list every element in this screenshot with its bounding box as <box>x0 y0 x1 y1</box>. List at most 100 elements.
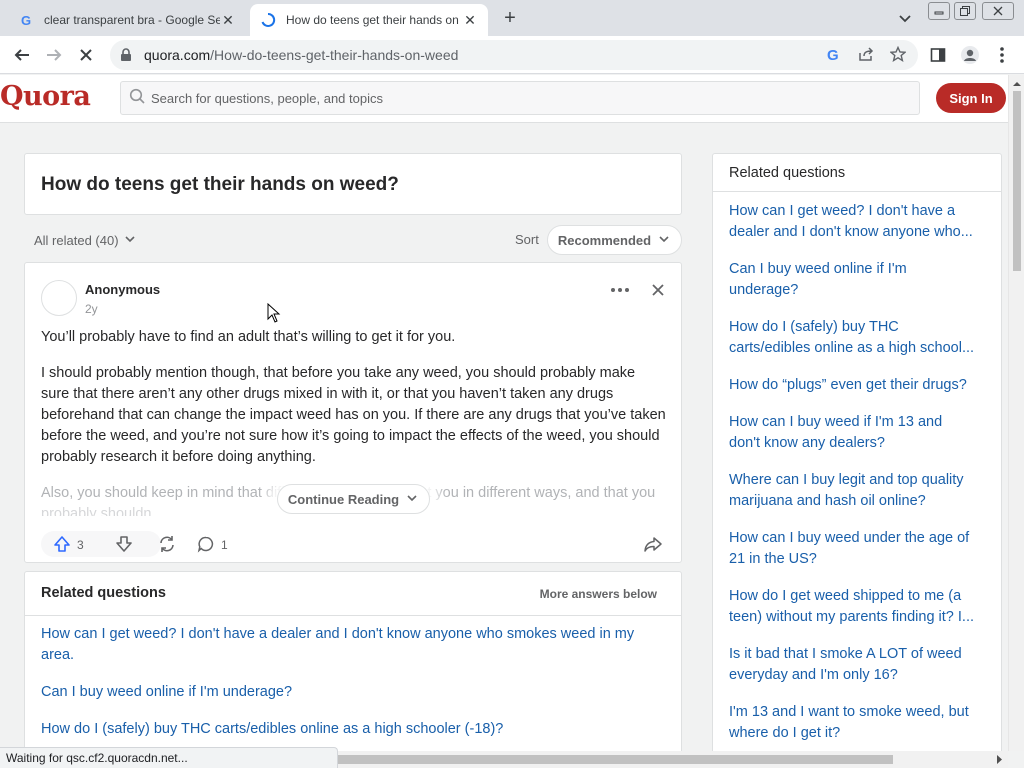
more-options-icon[interactable] <box>609 281 631 299</box>
question-title: How do teens get their hands on weed? <box>41 174 399 195</box>
sort-value: Recommended <box>557 232 652 248</box>
svg-text:G: G <box>827 47 839 62</box>
downvote-arrow-icon <box>115 535 133 556</box>
google-lens-icon[interactable]: G <box>824 44 844 64</box>
status-bar: Waiting for qsc.cf2.quoracdn.net... <box>0 747 338 768</box>
search-input[interactable] <box>151 90 911 106</box>
sidebar-related-questions: Related questions How can I get weed? I … <box>712 153 1002 763</box>
comment-bubble-icon <box>197 535 215 556</box>
bookmark-star-icon[interactable] <box>888 44 908 64</box>
sidebar-question-link[interactable]: Where can I buy legit and top quality mar… <box>729 470 987 512</box>
question-card: How do teens get their hands on weed? <box>24 153 682 215</box>
forward-arrow-icon[interactable] <box>42 43 66 67</box>
sort-dropdown[interactable]: Recommended <box>547 225 682 255</box>
sidebar-question-link[interactable]: How do “plugs” even get their drugs? <box>729 375 987 396</box>
question-line: How do I (safely) buy THC <box>729 319 899 335</box>
sidebar-question-link[interactable]: Is it bad that I smoke A LOT of weed ever… <box>729 644 987 686</box>
lock-icon <box>120 48 134 62</box>
answer-action-bar: 3 1 <box>41 531 667 559</box>
sort-label: Sort <box>515 232 539 247</box>
browser-menu-icon[interactable] <box>990 43 1014 67</box>
sidebar-question-link[interactable]: Can I buy weed online if I'm underage? <box>729 259 987 301</box>
answer-paragraph: I should probably mention though, that b… <box>41 365 666 465</box>
sidebar-question-link[interactable]: How can I get weed? I don't have a dealer… <box>729 201 987 243</box>
svg-text:G: G <box>21 13 31 27</box>
answer-date[interactable]: 2y <box>85 302 98 316</box>
tab-search-icon[interactable] <box>896 9 914 27</box>
sidebar-question-link[interactable]: How can I buy weed if I'm 13 and don't kn… <box>729 412 987 454</box>
browser-tab-google[interactable]: G clear transparent bra - Google Se ✕ <box>8 4 246 36</box>
repost-icon <box>157 534 177 557</box>
url-path: /How-do-teens-get-their-hands-on-weed <box>210 47 459 63</box>
share-icon[interactable] <box>856 44 876 64</box>
sidebar-question-link[interactable]: How do I (safely) buy THC carts/edibles o… <box>729 317 987 359</box>
sidebar-header: Related questions <box>713 154 1001 192</box>
close-icon[interactable] <box>649 281 667 299</box>
share-button[interactable] <box>643 535 663 555</box>
upvote-arrow-icon <box>53 535 71 556</box>
related-question-link[interactable]: How can I get weed? I don't have a deale… <box>41 624 667 666</box>
search-box[interactable] <box>120 81 920 115</box>
scroll-up-icon[interactable] <box>1009 77 1024 91</box>
browser-toolbar: quora.com/How-do-teens-get-their-hands-o… <box>0 36 1024 74</box>
upvote-button[interactable]: 3 <box>53 535 84 555</box>
profile-avatar-icon[interactable] <box>958 43 982 67</box>
close-tab-icon[interactable]: ✕ <box>220 12 236 29</box>
comments-button[interactable]: 1 <box>197 535 228 555</box>
downvote-button[interactable] <box>115 535 133 555</box>
browser-tab-quora[interactable]: How do teens get their hands on ✕ <box>250 4 488 36</box>
quora-header: Quora Sign In <box>0 75 1010 123</box>
avatar[interactable] <box>41 280 77 316</box>
scrollbar-thumb[interactable] <box>1013 91 1021 271</box>
question-line: I'm 13 and I want to smoke weed, but <box>729 704 969 720</box>
question-line: How can I buy weed under the age of <box>729 530 970 546</box>
related-question-link[interactable]: How do I (safely) buy THC carts/edibles … <box>41 719 667 740</box>
sidebar-title: Related questions <box>729 165 846 181</box>
answer-card: Anonymous 2y You’ll probably have to fin… <box>24 262 682 563</box>
all-related-filter[interactable]: All related (40) <box>34 232 137 249</box>
question-line: don't know any dealers? <box>729 435 885 451</box>
minimize-window-button[interactable] <box>928 2 950 20</box>
close-tab-icon[interactable]: ✕ <box>462 12 478 29</box>
chevron-down-icon <box>657 232 671 249</box>
question-line: How can I get weed? I don't have a <box>729 203 956 219</box>
sidebar-question-link[interactable]: How do I get weed shipped to me (a teen) … <box>729 586 987 628</box>
question-line: Is it bad that I smoke A LOT of weed <box>729 646 962 662</box>
new-tab-button[interactable]: + <box>498 7 522 31</box>
question-line: carts/edibles online as a high school... <box>729 340 975 356</box>
vertical-scrollbar[interactable] <box>1008 75 1024 751</box>
question-line: where do I get it? <box>729 725 841 741</box>
question-line: How do I get weed shipped to me (a <box>729 588 962 604</box>
close-window-button[interactable] <box>982 2 1014 20</box>
loading-spinner-icon <box>260 12 276 28</box>
continue-reading-button[interactable]: Continue Reading <box>277 484 430 514</box>
sign-in-button[interactable]: Sign In <box>936 83 1006 113</box>
address-bar[interactable]: quora.com/How-do-teens-get-their-hands-o… <box>110 40 918 70</box>
comment-count: 1 <box>221 538 228 552</box>
continue-reading-label: Continue Reading <box>287 491 400 507</box>
sidebar-question-link[interactable]: How can I buy weed under the age of 21 in… <box>729 528 987 570</box>
scrollbar-thumb[interactable] <box>338 755 893 764</box>
question-line: How do “plugs” even get their drugs? <box>729 377 967 393</box>
url-text: quora.com/How-do-teens-get-their-hands-o… <box>144 47 458 63</box>
question-line: How can I buy weed if I'm 13 and <box>729 414 943 430</box>
author-name[interactable]: Anonymous <box>85 282 160 297</box>
restore-window-button[interactable] <box>954 2 976 20</box>
answer-paragraph: You’ll probably have to find an adult th… <box>41 329 456 345</box>
scroll-right-icon[interactable] <box>992 751 1006 768</box>
tab-title: How do teens get their hands on <box>286 13 459 27</box>
google-g-icon: G <box>18 12 34 28</box>
share-repost-button[interactable] <box>157 535 177 555</box>
mouse-cursor-icon <box>267 302 281 323</box>
more-answers-label: More answers below <box>539 587 657 601</box>
question-line: dealer and I don't know anyone who... <box>729 224 973 240</box>
quora-logo[interactable]: Quora <box>0 81 91 112</box>
stop-loading-icon[interactable] <box>74 43 98 67</box>
side-panel-icon[interactable] <box>926 43 950 67</box>
related-questions-title: Related questions <box>41 585 166 601</box>
tab-title: clear transparent bra - Google Se <box>44 13 220 27</box>
back-arrow-icon[interactable] <box>10 43 34 67</box>
sidebar-question-link[interactable]: I'm 13 and I want to smoke weed, but wher… <box>729 702 987 744</box>
related-question-link[interactable]: Can I buy weed online if I'm underage? <box>41 682 667 703</box>
question-line: everyday and I'm only 16? <box>729 667 898 683</box>
